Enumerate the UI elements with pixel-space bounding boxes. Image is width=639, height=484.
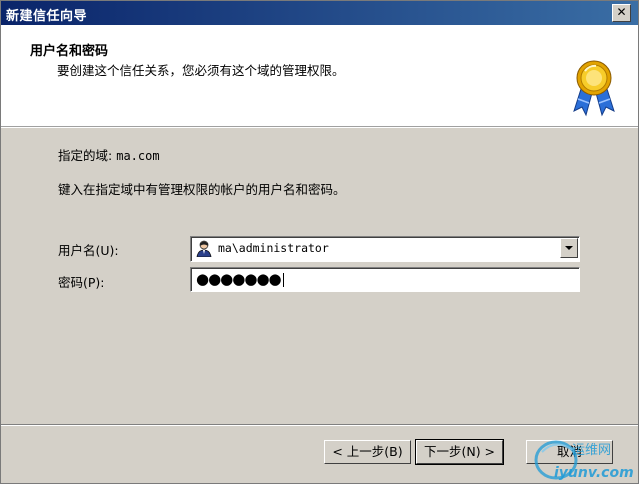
domain-value: ma.com [116, 149, 160, 163]
back-button[interactable]: < 上一步(B) [324, 440, 411, 464]
password-dots: ●●●●●●● [196, 270, 282, 288]
text-caret [282, 272, 284, 287]
page-subtitle: 要创建这个信任关系，您必须有这个域的管理权限。 [57, 63, 345, 78]
dropdown-arrow-button[interactable] [560, 238, 578, 258]
username-value: ma\administrator [218, 241, 329, 255]
user-icon [196, 240, 212, 257]
password-mask: ●●●●●●● [196, 271, 284, 288]
username-label: 用户名(U): [58, 243, 119, 258]
domain-row: 指定的域: ma.com [58, 145, 160, 164]
username-combobox[interactable]: ma\administrator [190, 236, 580, 262]
window-title: 新建信任向导 [6, 9, 88, 24]
watermark-brand-url: iyunv.com [554, 465, 634, 481]
wizard-header: 用户名和密码 要创建这个信任关系，您必须有这个域的管理权限。 [1, 25, 638, 128]
footer-divider [1, 424, 638, 426]
watermark-logo: 运维网 iyunv.com [534, 440, 634, 481]
instruction-text: 键入在指定域中有管理权限的帐户的用户名和密码。 [58, 182, 346, 197]
award-ribbon-icon [573, 60, 615, 117]
next-button[interactable]: 下一步(N) > [415, 439, 504, 465]
password-field[interactable]: ●●●●●●● [190, 267, 580, 292]
password-label: 密码(P): [58, 275, 105, 290]
close-icon: ✕ [616, 5, 627, 19]
domain-label: 指定的域: [58, 148, 113, 163]
title-bar[interactable]: 新建信任向导 ✕ [1, 1, 638, 25]
close-button[interactable]: ✕ [612, 4, 631, 22]
trust-wizard-window: 新建信任向导 ✕ 用户名和密码 要创建这个信任关系，您必须有这个域的管理权限。 … [0, 0, 639, 484]
watermark-brand-cn: 运维网 [572, 443, 611, 458]
page-title: 用户名和密码 [30, 44, 109, 59]
